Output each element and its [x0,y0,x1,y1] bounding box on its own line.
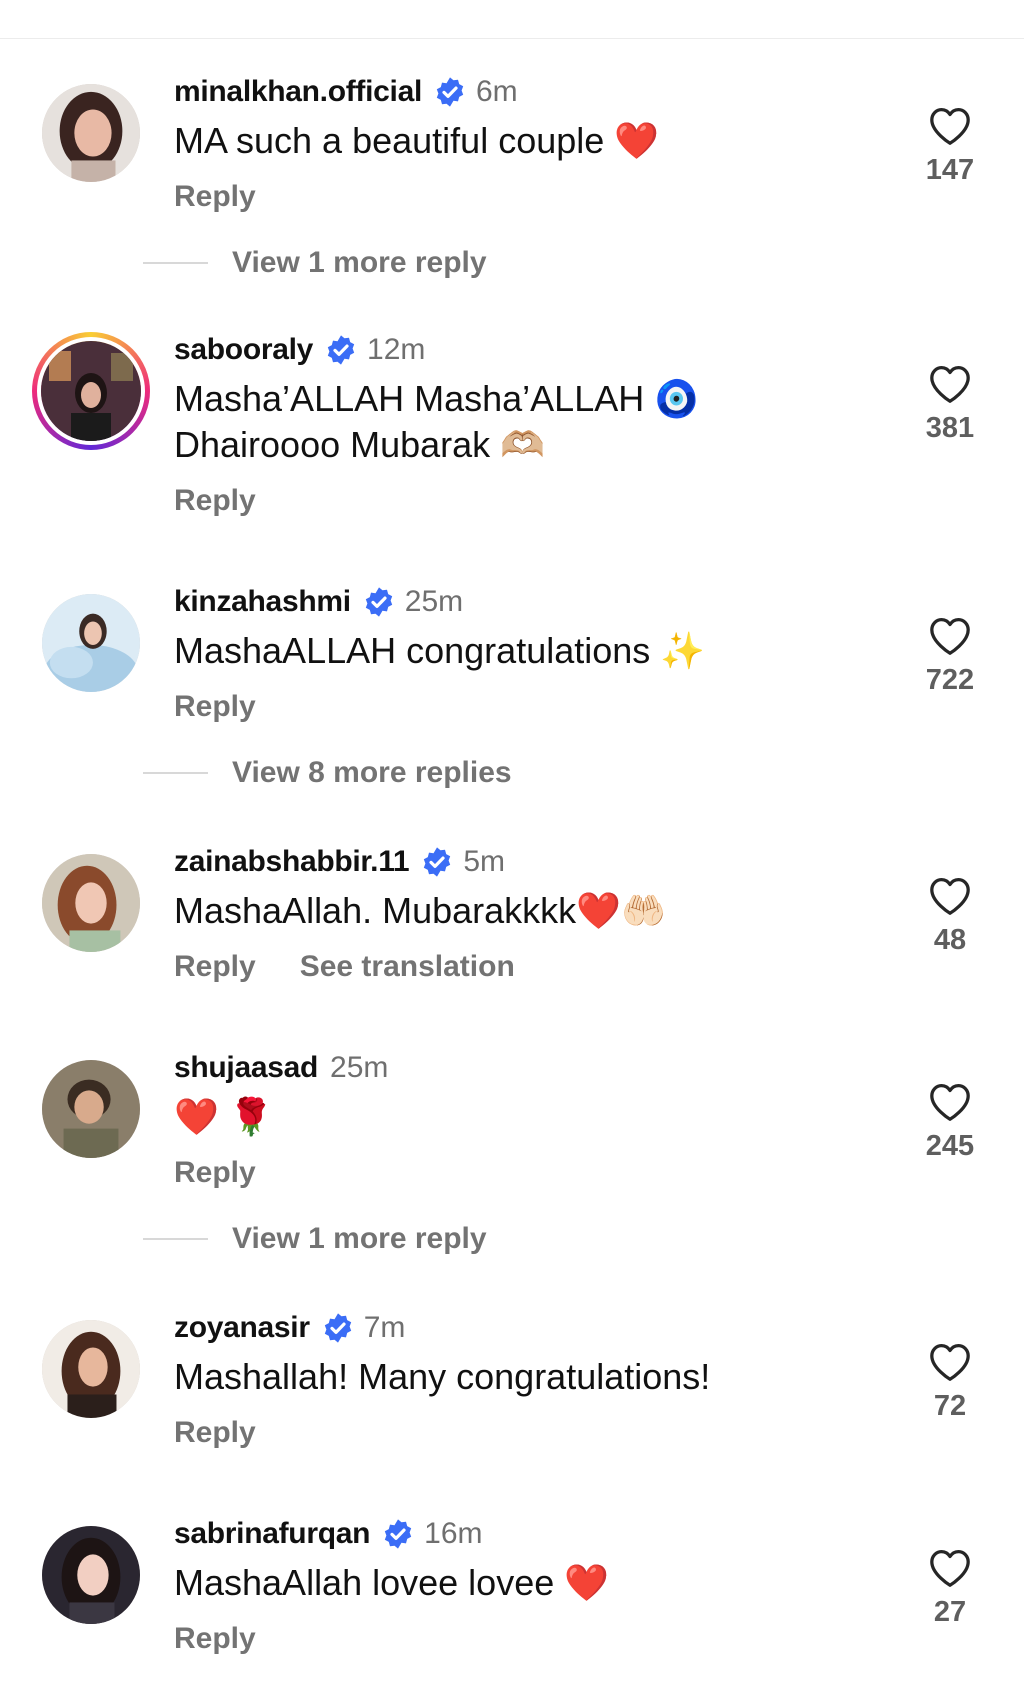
heart-outline-icon[interactable] [928,616,972,656]
comment-actions: Reply [174,1416,256,1450]
heart-outline-icon[interactable] [928,1342,972,1382]
like-control: 147 [900,106,1000,187]
comment-header: minalkhan.official 6m [174,72,518,112]
reply-thread-line [143,772,208,774]
reply-button[interactable]: Reply [174,950,256,984]
comment-text: Mashallah! Many congratulations! [174,1356,711,1397]
view-more-replies-label: View 1 more reply [232,1222,487,1255]
verified-badge-icon [384,1519,412,1549]
verified-badge-icon [424,847,451,877]
comment-text: ❤️ 🌹 [174,1096,274,1137]
reply-button[interactable]: Reply [174,1622,256,1656]
avatar[interactable] [42,854,140,952]
reply-button[interactable]: Reply [174,1156,256,1190]
like-count: 245 [925,1130,975,1162]
like-control: 27 [900,1548,1000,1629]
comment-header: zoyanasir 7m [174,1308,405,1348]
like-control: 245 [900,1082,1000,1163]
comment-time: 16m [424,1517,483,1550]
avatar[interactable] [42,1526,140,1624]
username[interactable]: zainabshabbir.11 [174,845,410,879]
avatar-image [42,854,140,952]
like-count: 72 [933,1390,967,1422]
reply-button[interactable]: Reply [174,484,256,518]
heart-outline-icon[interactable] [928,364,972,404]
story-ring [37,337,145,445]
username[interactable]: minalkhan.official [174,75,422,109]
view-more-replies-label: View 1 more reply [232,246,487,279]
reply-thread-line [143,262,208,264]
like-control: 722 [900,616,1000,697]
view-more-replies-label: View 8 more replies [232,756,512,789]
comment-header: zainabshabbir.11 5m [174,842,505,882]
avatar[interactable] [32,332,150,450]
reply-button[interactable]: Reply [174,180,256,214]
comment-text: MashaALLAH congratulations ✨ [174,630,706,671]
like-control: 381 [900,364,1000,445]
heart-outline-icon[interactable] [928,1082,972,1122]
avatar-image [42,1060,140,1158]
comment-time: 7m [363,1311,406,1344]
reply-button[interactable]: Reply [174,1416,256,1450]
avatar[interactable] [42,1320,140,1418]
verified-badge-icon [436,77,464,107]
comment-actions: Reply [174,1156,256,1190]
comment-text: MA such a beautiful couple ❤️ [174,120,660,161]
avatar-image [41,341,141,441]
avatar[interactable] [42,84,140,182]
username[interactable]: sabooraly [174,333,313,367]
reply-thread-line [143,1238,208,1240]
comment-actions: Reply See translation [174,950,515,984]
reply-button[interactable]: Reply [174,690,256,724]
comment-time: 6m [476,75,518,108]
comment-time: 25m [330,1051,389,1084]
see-translation-button[interactable]: See translation [300,950,515,984]
like-control: 48 [900,876,1000,957]
comment-text: MashaAllah. Mubarakkkk❤️🤲🏻 [174,890,666,931]
verified-badge-icon [327,335,355,365]
heart-outline-icon[interactable] [928,106,972,146]
top-divider [0,38,1024,39]
view-more-replies-button[interactable]: View 1 more reply [143,246,487,280]
verified-badge-icon [365,587,392,617]
comment-header: sabooraly 12m [174,330,425,370]
heart-outline-icon[interactable] [928,876,972,916]
like-count: 48 [933,924,967,956]
avatar-image [42,1320,140,1418]
avatar-image [42,84,140,182]
username[interactable]: shujaasad [174,1051,318,1085]
comment-text: Masha’ALLAH Masha’ALLAH 🧿 [174,378,700,419]
like-count: 722 [925,664,975,696]
username[interactable]: zoyanasir [174,1311,310,1345]
username[interactable]: kinzahashmi [174,585,351,619]
comment-header: kinzahashmi 25m [174,582,463,622]
like-control: 72 [900,1342,1000,1423]
view-more-replies-button[interactable]: View 8 more replies [143,756,512,790]
comment-actions: Reply [174,484,256,518]
avatar[interactable] [42,1060,140,1158]
username[interactable]: sabrinafurqan [174,1517,370,1551]
view-more-replies-button[interactable]: View 1 more reply [143,1222,487,1256]
like-count: 147 [925,154,975,186]
like-count: 381 [925,412,975,444]
comment-actions: Reply [174,180,256,214]
comment-header: sabrinafurqan 16m [174,1514,483,1554]
avatar-image [42,1526,140,1624]
comment-actions: Reply [174,1622,256,1656]
comment-time: 25m [404,585,464,618]
avatar[interactable] [42,594,140,692]
like-count: 27 [933,1596,967,1628]
comment-time: 12m [367,333,426,366]
comment-header: shujaasad 25m [174,1048,388,1088]
avatar-image [42,594,140,692]
comment-text-line-2: Dhairoooo Mubarak 🫶🏼 [174,424,546,465]
comment-text: MashaAllah lovee lovee ❤️ [174,1562,610,1603]
comment-actions: Reply [174,690,256,724]
verified-badge-icon [324,1313,351,1343]
comment-time: 5m [463,845,505,878]
heart-outline-icon[interactable] [928,1548,972,1588]
